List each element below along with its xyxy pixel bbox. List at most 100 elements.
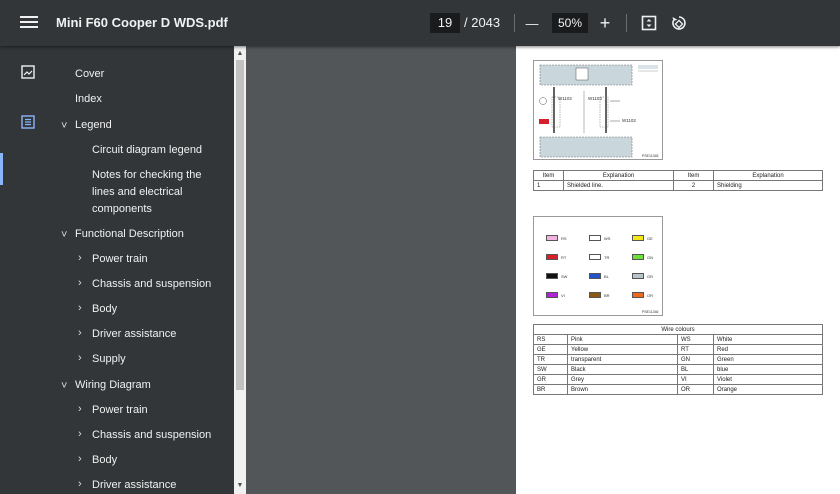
scroll-up-icon[interactable]: ▲ bbox=[234, 48, 246, 60]
swatch-label: BR bbox=[604, 293, 610, 298]
chevron-right-icon[interactable]: › bbox=[78, 277, 82, 289]
outline-item-body[interactable]: Body bbox=[92, 452, 117, 469]
scroll-down-icon[interactable]: ▼ bbox=[234, 480, 246, 492]
table-cell: WS bbox=[677, 334, 714, 345]
pdf-page[interactable]: W1102 W1103 W1102 PSE11345 Item Explanat… bbox=[516, 46, 840, 494]
connector-label: W1102 bbox=[622, 118, 636, 123]
table-row: BR Brown OR Orange bbox=[533, 384, 823, 395]
swatch-label: OR bbox=[647, 293, 653, 298]
outline-item-functional-description[interactable]: Functional Description bbox=[75, 226, 184, 243]
table-header: Explanation bbox=[563, 170, 674, 181]
outline-item-chassis-and-suspension[interactable]: Chassis and suspension bbox=[92, 276, 211, 293]
table-row: TR transparent GN Green bbox=[533, 354, 823, 365]
thumbnails-icon[interactable] bbox=[20, 64, 36, 80]
outline-item-body[interactable]: Body bbox=[92, 301, 117, 318]
table-cell: RT bbox=[677, 344, 714, 355]
table-cell: Green bbox=[713, 354, 823, 365]
outline-item-circuit-diagram-legend[interactable]: Circuit diagram legend bbox=[92, 142, 202, 159]
chevron-right-icon[interactable]: › bbox=[78, 428, 82, 440]
table-row: RS Pink WS White bbox=[533, 334, 823, 345]
colour-swatch bbox=[589, 235, 601, 241]
shielded-line-diagram bbox=[539, 64, 658, 158]
table-cell: GE bbox=[533, 344, 568, 355]
document-title: Mini F60 Cooper D WDS.pdf bbox=[56, 15, 228, 30]
chevron-right-icon[interactable]: › bbox=[78, 478, 82, 490]
table-cell: blue bbox=[713, 364, 823, 375]
swatch-label: BL bbox=[604, 274, 609, 279]
outline-item-index[interactable]: Index bbox=[75, 91, 102, 108]
table-cell: Black bbox=[567, 364, 678, 375]
zoom-out-icon[interactable]: — bbox=[521, 12, 543, 34]
fit-page-icon[interactable] bbox=[638, 12, 660, 34]
zoom-input[interactable]: 50% bbox=[552, 13, 588, 33]
sidebar-rail bbox=[0, 46, 56, 494]
toolbar-divider bbox=[626, 14, 627, 32]
chevron-right-icon[interactable]: › bbox=[78, 403, 82, 415]
table-cell: BR bbox=[533, 384, 568, 395]
table-row: SW Black BL blue bbox=[533, 364, 823, 375]
connector-label: W1102 bbox=[558, 96, 572, 101]
outline-item-power-train[interactable]: Power train bbox=[92, 251, 148, 268]
table-cell: BL bbox=[677, 364, 714, 375]
swatch-label: RT bbox=[561, 255, 567, 260]
chevron-right-icon[interactable]: › bbox=[78, 252, 82, 264]
table-row: GR Grey VI Violet bbox=[533, 374, 823, 385]
scrollbar-thumb[interactable] bbox=[236, 60, 244, 390]
chevron-right-icon[interactable]: › bbox=[78, 453, 82, 465]
table-row: GE Yellow RT Red bbox=[533, 344, 823, 355]
figure-code: PSE11345 bbox=[642, 154, 659, 158]
table-cell: Yellow bbox=[567, 344, 678, 355]
outline-item-power-train[interactable]: Power train bbox=[92, 402, 148, 419]
colour-swatch bbox=[632, 254, 644, 260]
zoom-in-icon[interactable]: + bbox=[594, 12, 616, 34]
chevron-right-icon[interactable]: › bbox=[78, 352, 82, 364]
legend-table: Item Explanation Item Explanation 1 Shie… bbox=[533, 170, 823, 191]
table-cell: Orange bbox=[713, 384, 823, 395]
table-cell: White bbox=[713, 334, 823, 345]
outline-item-notes[interactable]: Notes for checking the lines and electri… bbox=[92, 167, 224, 218]
outline-icon[interactable] bbox=[20, 114, 36, 130]
table-cell: OR bbox=[677, 384, 714, 395]
toolbar-divider bbox=[514, 14, 515, 32]
chevron-down-icon[interactable]: ˅ bbox=[61, 229, 67, 241]
table-cell: GR bbox=[533, 374, 568, 385]
colour-swatch bbox=[589, 292, 601, 298]
chevron-down-icon[interactable]: ˅ bbox=[61, 120, 67, 132]
page-total: / 2043 bbox=[464, 15, 501, 30]
table-cell: SW bbox=[533, 364, 568, 375]
colour-swatch bbox=[632, 235, 644, 241]
swatch-label: GE bbox=[647, 236, 653, 241]
outline-item-wiring-diagram[interactable]: Wiring Diagram bbox=[75, 377, 151, 394]
table-cell: Grey bbox=[567, 374, 678, 385]
chevron-right-icon[interactable]: › bbox=[78, 302, 82, 314]
table-header: Item bbox=[673, 170, 714, 181]
colour-swatch bbox=[546, 273, 558, 279]
outline-item-cover[interactable]: Cover bbox=[75, 66, 104, 83]
outline-item-chassis-and-suspension[interactable]: Chassis and suspension bbox=[92, 427, 211, 444]
outline-item-legend[interactable]: Legend bbox=[75, 117, 112, 134]
rotate-icon[interactable] bbox=[668, 12, 690, 34]
colour-swatch bbox=[589, 254, 601, 260]
table-cell: Pink bbox=[567, 334, 678, 345]
table-cell: VI bbox=[677, 374, 714, 385]
page-number-input[interactable]: 19 bbox=[430, 13, 460, 33]
table-cell: transparent bbox=[567, 354, 678, 365]
colour-swatch bbox=[632, 273, 644, 279]
outline-item-driver-assistance[interactable]: Driver assistance bbox=[92, 326, 176, 343]
table-header: Explanation bbox=[713, 170, 823, 181]
swatch-label: GN bbox=[647, 255, 653, 260]
table-cell: Shielded line. bbox=[563, 180, 674, 191]
table-cell: TR bbox=[533, 354, 568, 365]
outline-item-driver-assistance[interactable]: Driver assistance bbox=[92, 477, 176, 494]
table-cell: Violet bbox=[713, 374, 823, 385]
connector-label: W1103 bbox=[588, 96, 602, 101]
swatch-label: WS bbox=[604, 236, 611, 241]
swatch-label: SW bbox=[561, 274, 568, 279]
menu-icon[interactable] bbox=[18, 13, 40, 33]
outline-item-supply[interactable]: Supply bbox=[92, 351, 126, 368]
chevron-right-icon[interactable]: › bbox=[78, 327, 82, 339]
chevron-down-icon[interactable]: ˅ bbox=[61, 380, 67, 392]
figure-code: PSE11346 bbox=[642, 310, 659, 314]
swatch-label: VI bbox=[561, 293, 565, 298]
table-row: 1 Shielded line. 2 Shielding bbox=[533, 180, 823, 191]
